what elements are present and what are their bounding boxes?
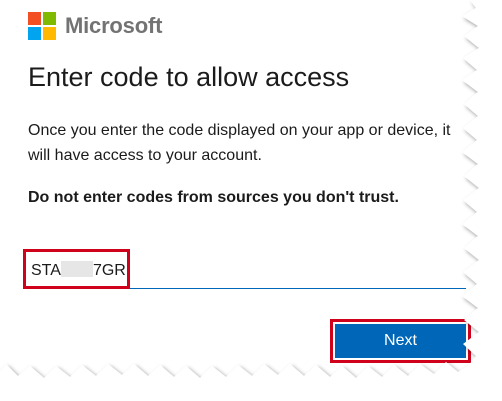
microsoft-logo: Microsoft [28,12,162,40]
brand-name: Microsoft [65,13,163,38]
sign-in-card: Microsoft Enter code to allow access Onc… [0,0,471,372]
next-button-highlight [330,319,471,363]
security-warning: Do not enter codes from sources you don'… [28,189,399,206]
logo-square-red [28,12,41,25]
device-code-page: Microsoft Enter code to allow access Onc… [0,0,502,401]
microsoft-squares-icon [28,12,56,40]
code-input-highlight [23,249,130,289]
page-title: Enter code to allow access [28,62,350,92]
logo-square-green [43,12,56,25]
description-text: Once you enter the code displayed on you… [28,122,451,164]
logo-square-blue [28,27,41,40]
logo-square-yellow [43,27,56,40]
